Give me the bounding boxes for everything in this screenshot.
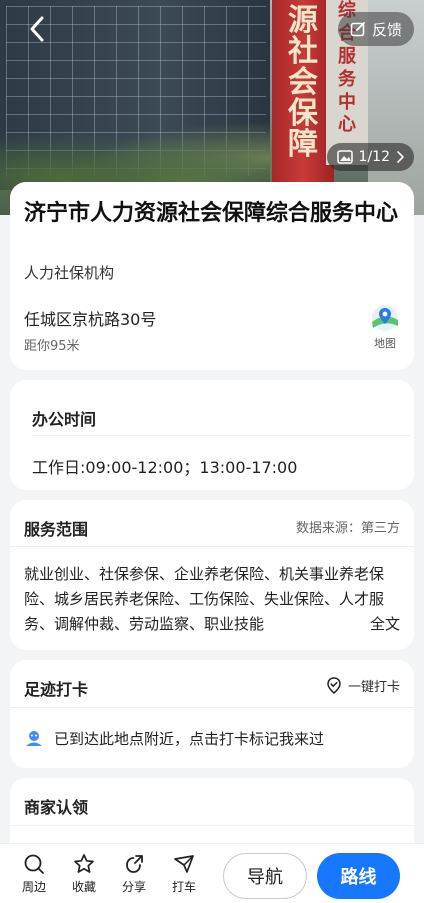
sign-char: 保 bbox=[288, 95, 318, 131]
star-icon bbox=[74, 854, 94, 873]
place-distance: 距你95米 bbox=[24, 339, 80, 354]
checkin-button-label: 一键打卡 bbox=[347, 680, 400, 695]
divider bbox=[10, 546, 414, 547]
one-click-checkin-button[interactable]: 一键打卡 bbox=[326, 676, 400, 695]
chevron-right-icon bbox=[397, 151, 404, 163]
navigate-button[interactable]: 导航 bbox=[223, 853, 307, 899]
hours-value: 工作日:09:00-12:00；13:00-17:00 bbox=[32, 458, 298, 477]
merchant-title: 商家认领 bbox=[24, 798, 89, 817]
taxi-button[interactable]: 打车 bbox=[164, 853, 204, 895]
place-category: 人力社保机构 bbox=[24, 264, 115, 282]
divider bbox=[32, 435, 410, 436]
map-pin-icon bbox=[372, 305, 398, 331]
check-in-card: 足迹打卡 一键打卡 已到达此地点附近，点击打卡标记我来过 bbox=[10, 660, 414, 768]
favorite-label: 收藏 bbox=[71, 880, 96, 894]
share-icon bbox=[126, 855, 143, 873]
edit-icon bbox=[350, 22, 365, 37]
bottom-toolbar: 周边 收藏 分享 打车 导航 路线 bbox=[0, 843, 424, 903]
place-info-card: 济宁市人力资源社会保障综合服务中心 人力社保机构 任城区京杭路30号 距你95米… bbox=[10, 182, 414, 370]
full-text-button[interactable]: 全文 bbox=[345, 612, 400, 637]
chevron-left-icon bbox=[30, 16, 44, 42]
taxi-label: 打车 bbox=[171, 880, 196, 894]
office-hours-card: 办公时间 工作日:09:00-12:00；13:00-17:00 bbox=[10, 380, 414, 490]
service-scope-card: 服务范围 数据来源：第三方 就业创业、社保参保、企业养老保险、机关事业养老保险、… bbox=[10, 500, 414, 650]
image-icon bbox=[336, 150, 353, 164]
page-title: 济宁市人力资源社会保障综合服务中心 bbox=[24, 201, 399, 226]
map-label: 地图 bbox=[374, 337, 396, 350]
map-button[interactable]: 地图 bbox=[370, 304, 400, 351]
divider bbox=[10, 707, 414, 708]
feedback-label: 反馈 bbox=[371, 20, 402, 39]
nearby-label: 周边 bbox=[21, 880, 46, 894]
checkin-prompt: 已到达此地点附近，点击打卡标记我来过 bbox=[54, 730, 325, 748]
taxi-icon bbox=[174, 855, 194, 873]
sign-char: 服 bbox=[338, 45, 356, 67]
share-button[interactable]: 分享 bbox=[114, 853, 154, 895]
divider bbox=[10, 825, 414, 826]
share-label: 分享 bbox=[121, 880, 146, 894]
sign-char: 障 bbox=[288, 126, 318, 162]
scope-title: 服务范围 bbox=[24, 520, 89, 539]
nearby-button[interactable]: 周边 bbox=[14, 853, 54, 895]
data-source-label: 数据来源：第三方 bbox=[295, 521, 400, 536]
sign-char: 心 bbox=[338, 114, 356, 136]
checkin-title: 足迹打卡 bbox=[24, 680, 89, 699]
photo-counter-button[interactable]: 1/12 bbox=[326, 143, 414, 171]
place-address[interactable]: 任城区京杭路30号 bbox=[24, 306, 156, 330]
sign-char: 会 bbox=[288, 64, 318, 100]
favorite-button[interactable]: 收藏 bbox=[64, 853, 104, 895]
checkin-prompt-row[interactable]: 已到达此地点附近，点击打卡标记我来过 bbox=[24, 728, 324, 749]
hours-title: 办公时间 bbox=[32, 410, 97, 429]
search-icon bbox=[24, 854, 44, 874]
location-check-icon bbox=[327, 676, 341, 694]
photo-counter: 1/12 bbox=[358, 149, 390, 165]
scope-text: 就业创业、社保参保、企业养老保险、机关事业养老保险、城乡居民养老保险、工伤保险、… bbox=[24, 565, 385, 633]
sign-char: 中 bbox=[338, 91, 356, 113]
sign-char: 社 bbox=[288, 34, 318, 70]
sign-char: 源 bbox=[288, 3, 318, 39]
feedback-button[interactable]: 反馈 bbox=[337, 12, 414, 46]
route-button[interactable]: 路线 bbox=[317, 853, 400, 899]
back-button[interactable] bbox=[22, 14, 52, 44]
sign-char: 务 bbox=[338, 68, 356, 90]
red-sign-pillar: 源 社 会 保 障 bbox=[272, 0, 334, 190]
footprint-avatar-icon bbox=[26, 730, 42, 746]
